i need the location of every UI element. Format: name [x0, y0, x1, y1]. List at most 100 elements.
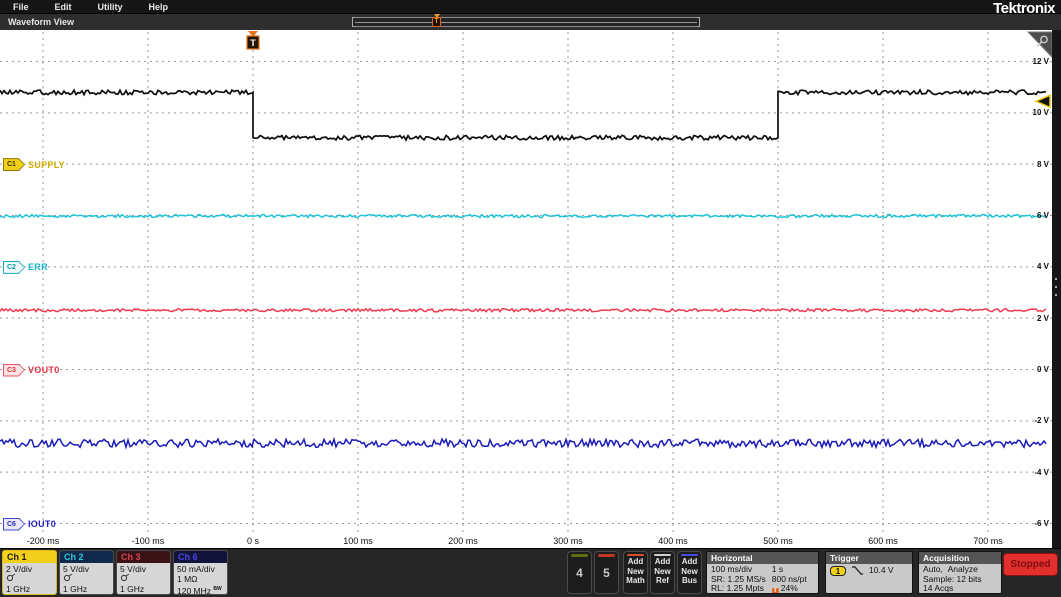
- new-label: New: [627, 566, 644, 576]
- channel-badge-ch3[interactable]: Ch 3 5 V/div 1 GHz: [116, 550, 171, 595]
- stopped-button[interactable]: Stopped: [1003, 553, 1058, 576]
- math-label: Math: [626, 576, 645, 585]
- horizontal-panel-body: 100 ms/div 1 s SR: 1.25 MS/s 800 ns/pt R…: [707, 564, 818, 594]
- channel-tag-text: C3: [4, 364, 24, 376]
- channel-badge-header: Ch 3: [117, 551, 170, 563]
- x-tick-label: 400 ms: [658, 536, 688, 546]
- bandwidth: 120 MHz: [177, 585, 212, 595]
- x-tick-label: 500 ms: [763, 536, 793, 546]
- add-label: Add: [654, 557, 671, 566]
- probe-icon: [6, 573, 16, 582]
- y-tick-label: -2 V: [1034, 416, 1049, 426]
- oscilloscope-app: File Edit Utility Help Tektronix Wavefor…: [0, 0, 1061, 597]
- trace-iout0[interactable]: [0, 436, 1047, 450]
- y-tick-label: 12 V: [1032, 56, 1049, 66]
- channel-tag-icon[interactable]: C1: [3, 158, 25, 172]
- bandwidth: 1 GHz: [6, 584, 31, 594]
- trigger-position-icon: T: [771, 588, 779, 593]
- add-label: Add: [681, 557, 698, 566]
- menu-file[interactable]: File: [0, 2, 42, 12]
- drag-handle-icon[interactable]: [1055, 278, 1058, 296]
- channel-badge-ch6[interactable]: Ch 6 50 mA/div 1 MΩ 120 MHz BW: [173, 550, 228, 595]
- channel-tag-text: C1: [4, 159, 24, 171]
- bandwidth: 1 GHz: [120, 584, 145, 594]
- channel-tag-icon[interactable]: C2: [3, 260, 25, 274]
- channel-4-button[interactable]: 4: [567, 551, 592, 594]
- trace-supply[interactable]: [0, 88, 1047, 142]
- channel-tag-text: C2: [4, 261, 24, 273]
- overview-record-line: [355, 22, 697, 23]
- math-color-stripe: [627, 554, 644, 556]
- menu-help[interactable]: Help: [136, 2, 182, 12]
- trigger-source-badge: 1: [830, 565, 846, 576]
- y-tick-label: 4 V: [1036, 262, 1049, 272]
- trace-label-iout0[interactable]: C6 IOUT0: [3, 517, 56, 531]
- channel-4-label: 4: [576, 566, 583, 580]
- channel-badge-body: 5 V/div 1 GHz: [117, 563, 170, 594]
- trigger-panel-title: Trigger: [826, 552, 912, 564]
- acquisition-panel[interactable]: Acquisition Auto, Analyze Sample: 12 bit…: [918, 551, 1002, 594]
- channel-tag-text: C6: [4, 518, 24, 530]
- acq-mode: Auto,: [923, 564, 943, 574]
- y-tick-label: 10 V: [1032, 108, 1049, 118]
- new-label: New: [654, 566, 671, 576]
- horizontal-panel-title: Horizontal: [707, 552, 818, 564]
- waveform-view-tab[interactable]: Waveform View: [8, 17, 74, 27]
- tektronix-logo: Tektronix: [993, 0, 1055, 17]
- channel-badge-ch2[interactable]: Ch 2 5 V/div 1 GHz: [59, 550, 114, 595]
- vertical-scale: 50 mA/div: [177, 564, 215, 574]
- trace-label-err[interactable]: C2 ERR: [3, 260, 48, 274]
- trace-name: ERR: [28, 262, 48, 273]
- waveform-canvas[interactable]: T: [0, 30, 1052, 548]
- waveform-plot[interactable]: T 12 V 10 V 8 V 6 V 4 V 2 V 0 V -2 V -4 V -6 V -2…: [0, 30, 1061, 548]
- trigger-panel[interactable]: Trigger 1 10.4 V: [825, 551, 913, 594]
- y-tick-label: 6 V: [1036, 210, 1049, 220]
- channel-5-button[interactable]: 5: [594, 551, 619, 594]
- y-tick-label: 0 V: [1036, 365, 1049, 374]
- vertical-scale: 2 V/div: [6, 564, 32, 574]
- trace-label-supply[interactable]: C1 SUPPLY: [3, 158, 65, 172]
- new-label: New: [681, 566, 698, 576]
- bandwidth-limit-icon: BW: [213, 586, 222, 592]
- x-tick-label: -200 ms: [26, 536, 60, 546]
- add-new-bus-button[interactable]: Add New Bus: [677, 551, 702, 594]
- overview-right-bracket: [697, 17, 700, 27]
- add-new-math-button[interactable]: Add New Math: [623, 551, 648, 594]
- channel-tag-icon[interactable]: C6: [3, 517, 25, 531]
- x-tick-label: 0 s: [246, 536, 259, 546]
- bus-label: Bus: [681, 576, 698, 585]
- record-length: RL: 1.25 Mpts: [711, 583, 764, 594]
- trigger-position-percent: 24%: [780, 583, 798, 594]
- ref-label: Ref: [656, 576, 669, 585]
- horizontal-position-overview[interactable]: T: [352, 14, 700, 27]
- channel-tag-icon[interactable]: C3: [3, 363, 25, 377]
- ch1-level-arrow-icon[interactable]: [1034, 94, 1051, 109]
- view-tab-bar: Waveform View T: [0, 13, 1061, 30]
- menu-bar: File Edit Utility Help: [0, 0, 1061, 13]
- add-label: Add: [627, 557, 644, 566]
- trigger-panel-body: 1 10.4 V: [826, 564, 912, 577]
- trace-label-vout0[interactable]: C3 VOUT0: [3, 363, 60, 377]
- channel-badge-body: 2 V/div 1 GHz: [3, 563, 56, 594]
- overview-trigger-marker[interactable]: T: [432, 14, 442, 27]
- horizontal-panel[interactable]: Horizontal 100 ms/div 1 s SR: 1.25 MS/s …: [706, 551, 819, 594]
- menu-utility[interactable]: Utility: [85, 2, 136, 12]
- trace-err[interactable]: [0, 213, 1047, 219]
- settings-bar: Ch 1 2 V/div 1 GHz Ch 2 5 V/div 1 GHz Ch…: [0, 548, 1061, 597]
- x-tick-label: 700 ms: [973, 536, 1003, 546]
- probe-icon: [120, 573, 130, 582]
- input-impedance: 1 MΩ: [177, 574, 198, 584]
- channel-badge-ch1[interactable]: Ch 1 2 V/div 1 GHz: [2, 550, 57, 595]
- vertical-scale: 5 V/div: [63, 564, 89, 574]
- trace-name: VOUT0: [28, 365, 60, 375]
- y-tick-label: 8 V: [1036, 159, 1049, 169]
- trace-vout0[interactable]: [0, 307, 1047, 313]
- y-tick-label: -6 V: [1034, 519, 1049, 528]
- menu-edit[interactable]: Edit: [42, 2, 85, 12]
- add-new-ref-button[interactable]: Add New Ref: [650, 551, 675, 594]
- channel-badge-header: Ch 2: [60, 551, 113, 563]
- x-tick-label: -100 ms: [131, 536, 165, 546]
- trace-name: IOUT0: [28, 519, 57, 529]
- x-tick-label: 100 ms: [343, 536, 373, 546]
- acquisition-panel-title: Acquisition: [919, 552, 1001, 564]
